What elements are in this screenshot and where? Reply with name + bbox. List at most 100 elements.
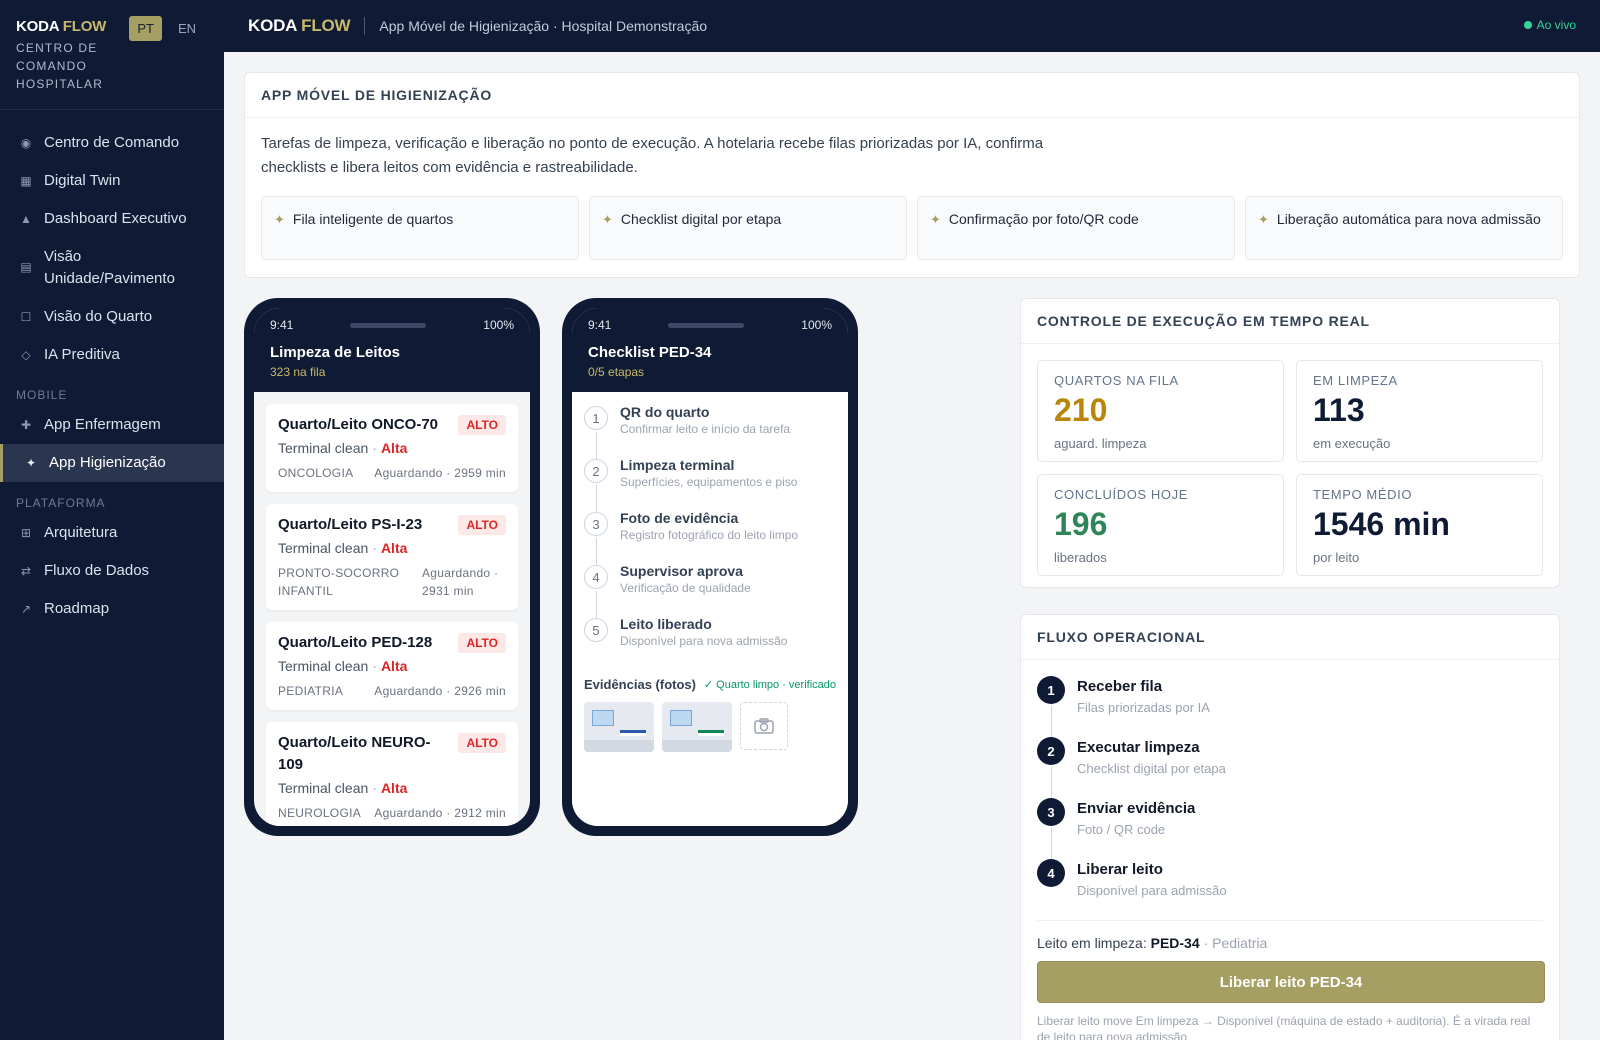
task-title: Quarto/Leito PED-128 — [278, 634, 433, 651]
feature-list: ✦ Fila inteligente de quartos ✦ Checklist … — [245, 180, 1579, 276]
sidebar-item-digital-twin[interactable]: ▦ Digital Twin — [0, 162, 224, 200]
feature-item: ✦ Checklist digital por etapa — [589, 196, 907, 260]
sidebar-item-dashboard-executivo[interactable]: ▲ Dashboard Executivo — [0, 200, 224, 238]
task-type-label: Terminal clean — [278, 540, 369, 556]
feature-label: Confirmação por foto/QR code — [948, 211, 1139, 227]
phone-notch — [668, 322, 745, 328]
step-connector — [1051, 706, 1052, 737]
phone-notch — [350, 322, 427, 328]
topbar-logo[interactable]: KODA FLOW — [248, 16, 351, 36]
task-priority: Alta — [380, 780, 408, 796]
phone-status-bar: 9:41 100% — [588, 318, 832, 332]
task-title: Quarto/Leito ONCO-70 — [278, 416, 439, 433]
triangle-icon: ▲ — [20, 212, 32, 226]
sidebar-item-app-higienizacao[interactable]: ✦ App Higienização — [0, 444, 224, 482]
live-label: Ao vivo — [1536, 18, 1576, 32]
bed-unit: · Pediatria — [1203, 935, 1268, 951]
task-department: PEDIATRIA — [278, 684, 344, 698]
release-bed-button[interactable]: Liberar leito PED-34 — [1037, 961, 1545, 1003]
checklist-step[interactable]: 1 QR do quarto Confirmar leito e início da… — [584, 404, 836, 459]
task-type-label: Terminal clean — [278, 440, 369, 456]
intro-card: APP MÓVEL DE HIGIENIZAÇÃO Tarefas de lim… — [244, 72, 1580, 278]
bed-id: PED-34 — [1150, 935, 1200, 951]
phone-screen: 9:41 100% Checklist PED-34 0/5 etapas 1Q… — [572, 308, 848, 826]
brand-koda: KODA — [16, 18, 59, 35]
task-department: ONCOLOGIA — [278, 466, 354, 480]
checklist-step[interactable]: 3 Foto de evidência Registro fotográfico d… — [584, 510, 836, 565]
separator-dot: · — [372, 780, 377, 796]
sidebar-item-ia-preditiva[interactable]: ◇ IA Preditiva — [0, 336, 224, 374]
sparkle-icon: ✦ — [25, 456, 37, 470]
task-wait: Aguardando · 2959 min — [374, 466, 506, 480]
lang-en-button[interactable]: EN — [170, 16, 204, 41]
evidence-photo-thumbnail[interactable] — [584, 702, 654, 752]
checklist-step[interactable]: 2 Limpeza terminal Superfícies, equipament… — [584, 457, 836, 512]
task-card[interactable]: Quarto/Leito PED-128 ALTO Terminal clean ·… — [266, 622, 518, 710]
sparkle-icon: ✦ — [274, 212, 285, 227]
task-type-label: Terminal clean — [278, 780, 369, 796]
step-number: 5 — [584, 618, 608, 642]
section-title-mobile: MOBILE — [16, 388, 68, 402]
feature-item: ✦ Liberação automática para nova admissão — [1245, 196, 1563, 260]
sidebar-item-label: Centro de Comando — [44, 134, 180, 151]
task-card[interactable]: Quarto/Leito ONCO-70 ALTO Terminal clean ·… — [266, 404, 518, 492]
step-title: Executar limpeza — [1077, 739, 1200, 756]
sidebar-item-label: App Enfermagem — [44, 416, 161, 433]
layers-icon: ▤ — [20, 260, 32, 274]
phone-checklist: 9:41 100% Checklist PED-34 0/5 etapas 1Q… — [562, 298, 858, 836]
sidebar-item-label: IA Preditiva — [44, 346, 120, 363]
kpi-cleaning: EM LIMPEZA 113 em execução — [1296, 360, 1543, 462]
kpi-sub: por leito — [1313, 550, 1360, 565]
sidebar-item-label: Roadmap — [44, 600, 110, 617]
step-connector — [596, 485, 597, 512]
evidence-title: Evidências (fotos) — [584, 677, 696, 692]
kpi-avg-time: TEMPO MÉDIO 1546 min por leito — [1296, 474, 1543, 576]
kpis-title: CONTROLE DE EXECUÇÃO EM TEMPO REAL — [1021, 299, 1559, 344]
sparkle-icon: ✦ — [930, 212, 941, 227]
phone-status-bar: 9:41 100% — [270, 318, 514, 332]
sidebar-item-label: Digital Twin — [44, 172, 121, 189]
task-type: Terminal clean · Alta — [278, 440, 506, 456]
checklist-body: 1 QR do quarto Confirmar leito e início da… — [572, 392, 848, 826]
phone-battery: 100% — [801, 318, 832, 332]
sidebar-item-visao-quarto[interactable]: ☐ Visão do Quarto — [0, 298, 224, 336]
kpi-value: 196 — [1054, 506, 1108, 542]
sidebar-item-arquitetura[interactable]: ⊞ Arquitetura — [0, 514, 224, 552]
task-type-label: Terminal clean — [278, 658, 369, 674]
phone-header: 9:41 100% Checklist PED-34 0/5 etapas — [572, 308, 848, 392]
flow-step: 3 Enviar evidência Foto / QR code — [1021, 798, 1559, 859]
evidence-photo-thumbnail[interactable] — [662, 702, 732, 752]
phone-screen: 9:41 100% Limpeza de Leitos 323 na fila … — [254, 308, 530, 826]
grid-icon: ⊞ — [20, 526, 32, 540]
sidebar-item-fluxo-de-dados[interactable]: ⇄ Fluxo de Dados — [0, 552, 224, 590]
step-title: Limpeza terminal — [620, 457, 735, 473]
step-title: Receber fila — [1077, 678, 1163, 695]
lang-pt-button[interactable]: PT — [129, 16, 162, 41]
feature-label: Fila inteligente de quartos — [292, 211, 454, 227]
task-list: Quarto/Leito ONCO-70 ALTO Terminal clean ·… — [254, 392, 530, 826]
checklist-step[interactable]: 5 Leito liberado Disponível para nova admi… — [584, 616, 836, 669]
sidebar-item-visao-unidade[interactable]: ▤ Visão Unidade/Pavimento — [0, 238, 224, 298]
step-title: QR do quarto — [620, 404, 710, 420]
task-department: NEUROLOGIA — [278, 806, 362, 820]
sparkle-icon: ✦ — [602, 212, 613, 227]
step-desc: Disponível para nova admissão — [620, 634, 788, 648]
sidebar-item-roadmap[interactable]: ↗ Roadmap — [0, 590, 224, 628]
checklist-step[interactable]: 4 Supervisor aprova Verificação de qualida… — [584, 563, 836, 618]
add-photo-button[interactable] — [740, 702, 788, 750]
task-card[interactable]: Quarto/Leito PS-I-23 ALTO Terminal clean ·… — [266, 504, 518, 610]
phone-cleaning-queue: 9:41 100% Limpeza de Leitos 323 na fila … — [244, 298, 540, 836]
sidebar-item-centro-de-comando[interactable]: ◉ Centro de Comando — [0, 124, 224, 162]
task-wait: Aguardando · 2926 min — [374, 684, 506, 698]
operational-flow-card: FLUXO OPERACIONAL 1 Receber fila Filas pri… — [1020, 614, 1560, 1040]
phone-time: 9:41 — [270, 318, 294, 332]
sidebar-item-app-enfermagem[interactable]: ✚ App Enfermagem — [0, 406, 224, 444]
kpi-value: 210 — [1054, 392, 1108, 428]
kpi-grid: QUARTOS NA FILA 210 aguard. limpeza EM LIM… — [1021, 344, 1559, 592]
kpi-completed: CONCLUÍDOS HOJE 196 liberados — [1037, 474, 1284, 576]
sidebar-item-label: App Higienização — [49, 454, 166, 471]
step-connector — [596, 591, 597, 618]
task-title: Quarto/Leito PS-I-23 — [278, 516, 423, 533]
task-card[interactable]: Quarto/Leito NEURO-109 ALTO Terminal clea… — [266, 722, 518, 826]
step-title: Leito liberado — [620, 616, 712, 632]
